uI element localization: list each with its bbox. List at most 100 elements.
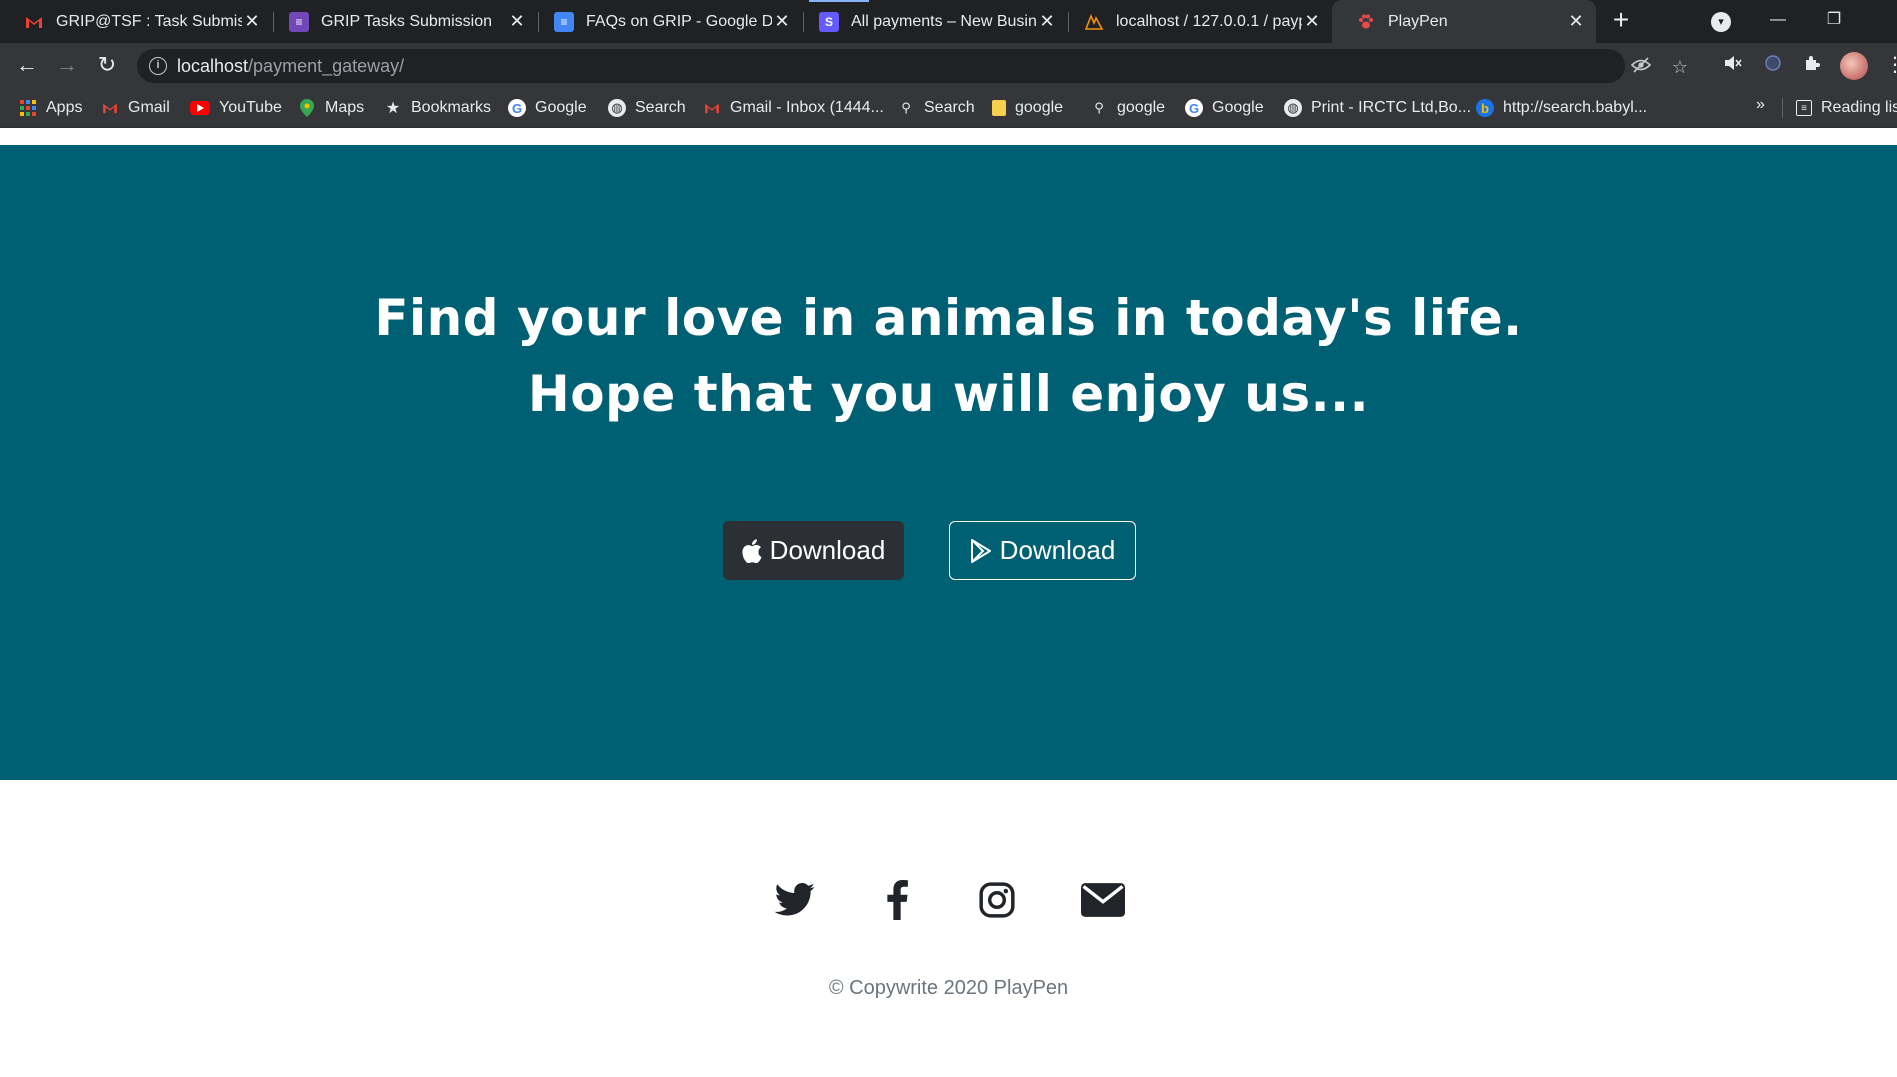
maps-icon: [298, 99, 316, 117]
tab-faqs-grip[interactable]: ≡ FAQs on GRIP - Google Docs ✕: [530, 0, 802, 43]
google-play-icon: [970, 538, 991, 563]
bookmark-google-folder[interactable]: google: [992, 96, 1063, 120]
close-tab-icon[interactable]: ✕: [772, 11, 792, 32]
hero-section: Find your love in animals in today's lif…: [0, 145, 1897, 780]
site-info-icon[interactable]: i: [149, 57, 167, 75]
bookmark-label: Maps: [325, 99, 365, 116]
bookmark-gmail-inbox[interactable]: Gmail - Inbox (1444...: [703, 96, 884, 120]
google-icon: G: [508, 99, 526, 117]
bookmark-youtube[interactable]: YouTube: [190, 96, 282, 120]
bookmark-label: Google: [1212, 99, 1264, 116]
reading-list-icon: ≡: [1796, 100, 1812, 116]
youtube-icon: [190, 101, 210, 115]
tab-title: GRIP Tasks Submission: [321, 12, 493, 30]
bookmark-label: Print - IRCTC Ltd,Bo...: [1311, 99, 1472, 116]
bookmark-label: http://search.babyl...: [1503, 99, 1648, 116]
bookmark-google[interactable]: G Google: [508, 96, 587, 120]
globe-icon: ◍: [608, 99, 626, 117]
close-tab-icon[interactable]: ✕: [507, 11, 527, 32]
reading-list-label: Reading list: [1821, 99, 1897, 116]
docs-icon: ≡: [554, 11, 574, 32]
url-text[interactable]: localhost/payment_gateway/: [177, 56, 404, 77]
browser-toolbar: ← → ↻ i localhost/payment_gateway/ ☆ ⋮: [0, 43, 1897, 88]
close-tab-icon[interactable]: ✕: [242, 11, 262, 32]
bookmark-label: Gmail: [128, 99, 170, 116]
bookmark-label: Apps: [46, 99, 83, 116]
magnifier-icon: ⚲: [901, 100, 911, 115]
bookmark-gmail[interactable]: Gmail: [101, 96, 170, 120]
close-tab-icon[interactable]: ✕: [1037, 11, 1057, 32]
page-viewport: Find your love in animals in today's lif…: [0, 128, 1897, 1077]
browser-tab-strip: GRIP@TSF : Task Submission ✕ ≡ GRIP Task…: [0, 0, 1897, 43]
bookmark-label: Gmail - Inbox (1444...: [730, 99, 884, 116]
stripe-icon: S: [819, 11, 839, 32]
close-tab-icon[interactable]: ✕: [1302, 11, 1322, 32]
download-label: Download: [769, 535, 886, 565]
download-label: Download: [999, 535, 1116, 565]
hero-title: Find your love in animals in today's lif…: [374, 289, 1523, 423]
bookmark-google-2[interactable]: G Google: [1185, 96, 1264, 120]
tab-grip-task-submission[interactable]: GRIP@TSF : Task Submission ✕: [0, 0, 272, 43]
tab-search-icon[interactable]: ▾: [1711, 12, 1731, 32]
instagram-icon[interactable]: [975, 878, 1019, 922]
globe-icon: ◍: [1284, 99, 1302, 117]
chrome-menu-icon[interactable]: ⋮: [1885, 53, 1897, 79]
magnifier-icon: ⚲: [1094, 100, 1104, 115]
close-tab-icon[interactable]: ✕: [1566, 11, 1586, 32]
back-button[interactable]: ←: [12, 51, 42, 81]
bookmark-irctc[interactable]: ◍ Print - IRCTC Ltd,Bo...: [1284, 96, 1471, 120]
reload-button[interactable]: ↻: [92, 51, 122, 81]
tab-grip-tasks-form[interactable]: ≡ GRIP Tasks Submission ✕: [265, 0, 537, 43]
bookmark-label: Bookmarks: [411, 99, 492, 116]
eye-off-icon[interactable]: [1630, 56, 1652, 78]
apps-grid-icon: [19, 99, 37, 117]
reading-list-button[interactable]: ≡ Reading list: [1796, 96, 1897, 120]
babylon-icon: b: [1476, 99, 1494, 117]
tab-title: PlayPen: [1388, 12, 1448, 30]
forms-icon: ≡: [289, 11, 309, 32]
tab-phpmyadmin[interactable]: localhost / 127.0.0.1 / paypal ✕: [1060, 0, 1332, 43]
minimize-button[interactable]: —: [1750, 0, 1806, 43]
gmail-icon: [24, 12, 44, 32]
profile-avatar[interactable]: [1840, 52, 1868, 80]
google-icon: G: [1185, 99, 1203, 117]
bookmark-label: google: [1015, 99, 1064, 116]
puzzle-extensions-icon[interactable]: [1799, 53, 1825, 79]
bookmark-search-2[interactable]: ⚲ Search: [897, 96, 975, 120]
app-store-download-button[interactable]: Download: [723, 521, 904, 580]
tab-playpen[interactable]: PlayPen ✕: [1332, 0, 1596, 43]
twitter-icon[interactable]: [773, 878, 817, 922]
tab-title: All payments – New Business: [851, 12, 1037, 30]
address-bar[interactable]: i localhost/payment_gateway/ ☆: [137, 49, 1688, 83]
tab-muted-icon[interactable]: [1720, 53, 1746, 79]
envelope-icon[interactable]: [1081, 878, 1125, 922]
bookmark-label: Google: [535, 99, 587, 116]
bookmarks-bar: Apps Gmail YouTube Maps ★ Bookmarks G Go…: [0, 88, 1897, 128]
bookmarks-divider: [1782, 98, 1783, 118]
tab-all-payments[interactable]: S All payments – New Business ✕: [795, 0, 1067, 43]
bookmarks-overflow-button[interactable]: »: [1756, 96, 1765, 114]
bookmark-search[interactable]: ◍ Search: [608, 96, 686, 120]
footer-copyright: © Copywrite 2020 PlayPen: [828, 977, 1069, 999]
star-bookmark-icon[interactable]: ☆: [1669, 56, 1691, 78]
bookmark-babylon[interactable]: b http://search.babyl...: [1476, 96, 1647, 120]
tab-title: FAQs on GRIP - Google Docs: [586, 12, 772, 30]
bookmark-label: google: [1117, 99, 1166, 116]
bookmark-label: Search: [635, 99, 686, 116]
bookmark-label: Search: [924, 99, 975, 116]
paw-icon: [1356, 12, 1376, 32]
extension-icon[interactable]: [1760, 53, 1786, 79]
bookmark-maps[interactable]: Maps: [298, 96, 364, 120]
tab-title: localhost / 127.0.0.1 / paypal: [1116, 12, 1302, 30]
restore-button[interactable]: ❐: [1806, 0, 1862, 43]
google-play-download-button[interactable]: Download: [949, 521, 1136, 580]
facebook-icon[interactable]: [875, 878, 919, 922]
tab-title: GRIP@TSF : Task Submission: [56, 12, 242, 30]
new-tab-button[interactable]: +: [1606, 6, 1636, 36]
gmail-icon: [703, 99, 721, 117]
bookmark-apps[interactable]: Apps: [19, 96, 82, 120]
forward-button[interactable]: →: [52, 51, 82, 81]
bookmark-bookmarks[interactable]: ★ Bookmarks: [384, 96, 491, 120]
bookmark-google-search[interactable]: ⚲ google: [1090, 96, 1165, 120]
bookmark-label: YouTube: [219, 99, 282, 116]
